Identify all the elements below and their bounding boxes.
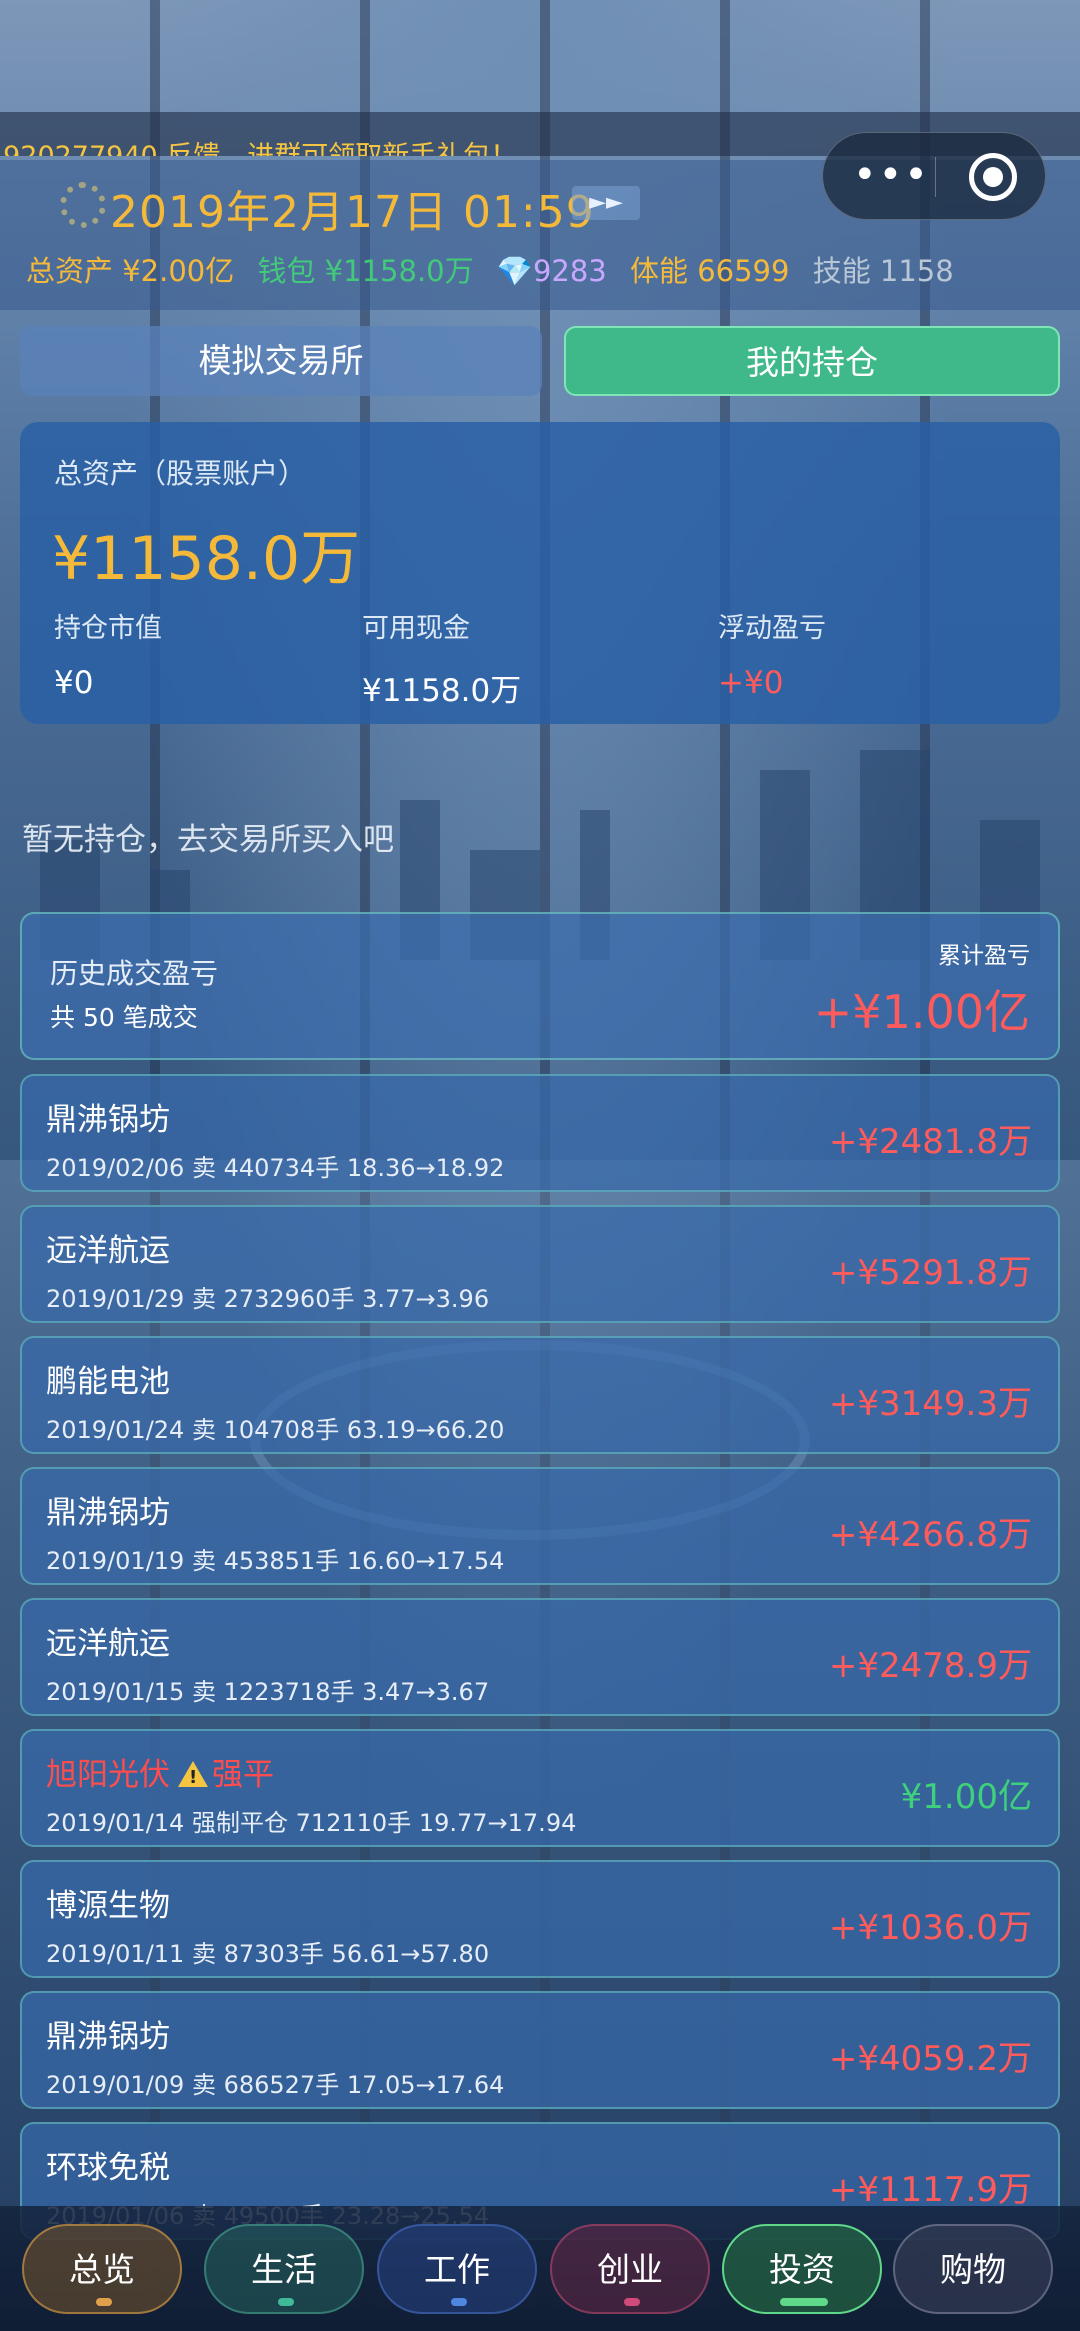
stamina-stat: 体能 66599 bbox=[629, 254, 790, 288]
close-target-icon[interactable] bbox=[969, 153, 1017, 201]
trade-stock-name: 旭阳光伏 强平 bbox=[46, 1749, 274, 1794]
floating-pnl-label: 浮动盈亏 bbox=[718, 613, 826, 644]
tab-holdings[interactable]: 我的持仓 bbox=[564, 326, 1060, 396]
trade-detail: 2019/01/29 卖 2732960手 3.77→3.96 bbox=[46, 1285, 490, 1313]
nav-work-indicator bbox=[451, 2298, 467, 2306]
history-count: 共 50 笔成交 bbox=[50, 1003, 198, 1032]
floating-pnl-value: +¥0 bbox=[718, 665, 784, 701]
more-menu-icon[interactable]: ••• bbox=[853, 155, 930, 195]
capsule-divider bbox=[935, 157, 936, 197]
trade-row[interactable]: 鹏能电池 2019/01/24 卖 104708手 63.19→66.20 +¥… bbox=[20, 1336, 1060, 1454]
cash-label: 可用现金 bbox=[362, 613, 470, 644]
nav-invest[interactable]: 投资 bbox=[722, 2224, 882, 2314]
trade-pnl: +¥4266.8万 bbox=[828, 1515, 1032, 1555]
nav-work-label: 工作 bbox=[424, 2250, 490, 2289]
bottom-nav: 总览 生活 工作 创业 投资 购物 bbox=[0, 2206, 1080, 2331]
trade-pnl: +¥4059.2万 bbox=[828, 2039, 1032, 2079]
skill-stat: 技能 1158 bbox=[812, 254, 954, 288]
nav-overview-label: 总览 bbox=[69, 2250, 135, 2289]
trade-stock-name: 环球免税 bbox=[46, 2150, 170, 2186]
nav-business-indicator bbox=[624, 2298, 640, 2306]
empty-holdings-text[interactable]: 暂无持仓，去交易所买入吧 bbox=[22, 814, 394, 859]
trade-stock-name: 博源生物 bbox=[46, 1888, 170, 1924]
trade-pnl: +¥3149.3万 bbox=[828, 1384, 1032, 1424]
nav-work[interactable]: 工作 bbox=[377, 2224, 537, 2314]
nav-invest-label: 投资 bbox=[769, 2250, 835, 2289]
nav-business[interactable]: 创业 bbox=[550, 2224, 710, 2314]
tab-bar: 模拟交易所 我的持仓 bbox=[20, 326, 1060, 396]
gem-stat: 💎9283 bbox=[496, 254, 607, 288]
nav-overview-indicator bbox=[96, 2298, 112, 2306]
trade-row[interactable]: 博源生物 2019/01/11 卖 87303手 56.61→57.80 +¥1… bbox=[20, 1860, 1060, 1978]
nav-shopping[interactable]: 购物 bbox=[893, 2224, 1053, 2314]
fast-forward-button[interactable]: ►► bbox=[572, 186, 640, 220]
market-value: ¥0 bbox=[54, 665, 94, 701]
trade-detail: 2019/01/19 卖 453851手 16.60→17.54 bbox=[46, 1547, 505, 1575]
history-summary-card: 历史成交盈亏 共 50 笔成交 累计盈亏 +¥1.00亿 bbox=[20, 912, 1060, 1060]
trade-stock-name: 远洋航运 bbox=[46, 1626, 170, 1662]
trade-stock-name: 远洋航运 bbox=[46, 1233, 170, 1269]
wallet-stat: 钱包 ¥1158.0万 bbox=[257, 254, 474, 288]
trade-stock-name: 鹏能电池 bbox=[46, 1364, 170, 1400]
trade-stock-name: 鼎沸锅坊 bbox=[46, 2019, 170, 2055]
trade-row-forced[interactable]: 旭阳光伏 强平 2019/01/14 强制平仓 712110手 19.77→17.… bbox=[20, 1729, 1060, 1847]
account-label: 总资产（股票账户） bbox=[54, 457, 307, 490]
trade-pnl: ¥1.00亿 bbox=[900, 1777, 1032, 1817]
trade-detail: 2019/01/09 卖 686527手 17.05→17.64 bbox=[46, 2071, 505, 2099]
trade-row[interactable]: 鼎沸锅坊 2019/01/09 卖 686527手 17.05→17.64 +¥… bbox=[20, 1991, 1060, 2109]
gear-icon[interactable] bbox=[60, 182, 106, 228]
trade-stock-name: 鼎沸锅坊 bbox=[46, 1495, 170, 1531]
trade-detail: 2019/01/24 卖 104708手 63.19→66.20 bbox=[46, 1416, 505, 1444]
tab-exchange[interactable]: 模拟交易所 bbox=[20, 326, 542, 396]
nav-overview[interactable]: 总览 bbox=[22, 2224, 182, 2314]
floating-pnl-block: 浮动盈亏 +¥0 bbox=[718, 606, 826, 701]
stock-account-card: 总资产（股票账户） ¥1158.0万 持仓市值 ¥0 可用现金 ¥1158.0万… bbox=[20, 422, 1060, 724]
trade-pnl: +¥2481.8万 bbox=[828, 1122, 1032, 1162]
trade-detail: 2019/01/15 卖 1223718手 3.47→3.67 bbox=[46, 1678, 490, 1706]
trade-row[interactable]: 远洋航运 2019/01/15 卖 1223718手 3.47→3.67 +¥2… bbox=[20, 1598, 1060, 1716]
trade-row[interactable]: 鼎沸锅坊 2019/02/06 卖 440734手 18.36→18.92 +¥… bbox=[20, 1074, 1060, 1192]
nav-life-label: 生活 bbox=[251, 2250, 317, 2289]
nav-life-indicator bbox=[278, 2298, 294, 2306]
nav-life[interactable]: 生活 bbox=[204, 2224, 364, 2314]
nav-business-label: 创业 bbox=[597, 2250, 663, 2289]
notice-text: :920277940 反馈，进群可领取新手礼包！ bbox=[0, 134, 517, 156]
history-title: 历史成交盈亏 bbox=[50, 957, 219, 990]
trade-detail: 2019/01/14 强制平仓 712110手 19.77→17.94 bbox=[46, 1809, 577, 1837]
forced-stock-name: 旭阳光伏 bbox=[46, 1757, 170, 1793]
trade-pnl: +¥1036.0万 bbox=[828, 1908, 1032, 1948]
market-value-block: 持仓市值 ¥0 bbox=[54, 606, 162, 701]
warning-icon bbox=[178, 1761, 208, 1788]
miniprogram-capsule: ••• bbox=[822, 132, 1046, 220]
trade-pnl: +¥1117.9万 bbox=[828, 2170, 1032, 2210]
nav-invest-indicator bbox=[780, 2298, 828, 2306]
nav-shopping-label: 购物 bbox=[940, 2250, 1006, 2289]
account-total: ¥1158.0万 bbox=[52, 524, 361, 594]
cash-value: ¥1158.0万 bbox=[362, 673, 522, 709]
trade-row[interactable]: 鼎沸锅坊 2019/01/19 卖 453851手 16.60→17.54 +¥… bbox=[20, 1467, 1060, 1585]
cash-block: 可用现金 ¥1158.0万 bbox=[362, 606, 521, 710]
total-assets-stat: 总资产 ¥2.00亿 bbox=[26, 254, 235, 288]
trade-detail: 2019/01/11 卖 87303手 56.61→57.80 bbox=[46, 1940, 490, 1968]
cumulative-pnl-value: +¥1.00亿 bbox=[813, 985, 1030, 1039]
trade-stock-name: 鼎沸锅坊 bbox=[46, 1102, 170, 1138]
forced-liquidation-tag: 强平 bbox=[212, 1757, 274, 1793]
trade-row[interactable]: 远洋航运 2019/01/29 卖 2732960手 3.77→3.96 +¥5… bbox=[20, 1205, 1060, 1323]
resource-stats: 总资产 ¥2.00亿 钱包 ¥1158.0万 💎9283 体能 66599 技能… bbox=[26, 248, 968, 290]
trade-detail: 2019/02/06 卖 440734手 18.36→18.92 bbox=[46, 1154, 505, 1182]
cumulative-pnl-label: 累计盈亏 bbox=[938, 943, 1030, 969]
market-value-label: 持仓市值 bbox=[54, 613, 162, 644]
trade-pnl: +¥2478.9万 bbox=[828, 1646, 1032, 1686]
trade-pnl: +¥5291.8万 bbox=[828, 1253, 1032, 1293]
game-datetime: 2019年2月17日 01:59 bbox=[110, 187, 595, 238]
